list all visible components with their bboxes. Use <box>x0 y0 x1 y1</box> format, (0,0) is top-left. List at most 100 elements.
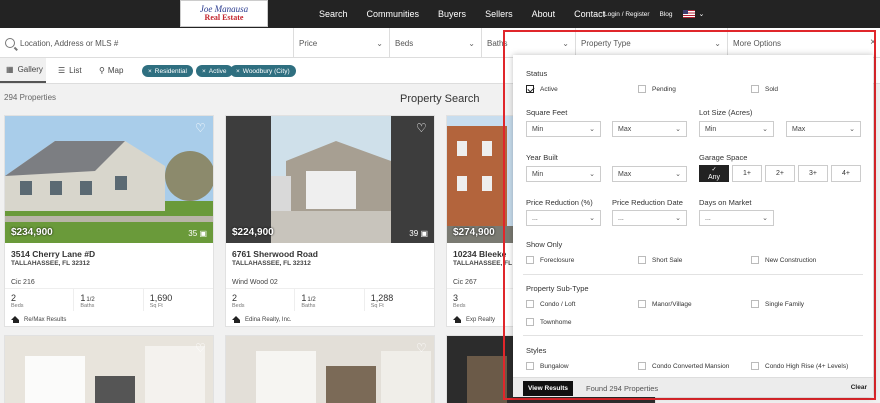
favorite-heart-icon[interactable]: ♡ <box>416 342 428 354</box>
search-icon <box>5 38 15 48</box>
sqft-max-value: Max <box>618 125 632 133</box>
checkbox-icon <box>751 300 759 308</box>
status-active-label: Active <box>540 85 558 93</box>
filter-chip-active[interactable]: × Active <box>196 65 233 77</box>
foreclosure-label: Foreclosure <box>540 256 575 264</box>
price-reduction-date-select[interactable]: ... ⌄ <box>612 210 687 226</box>
view-results-button[interactable]: View Results <box>523 381 573 396</box>
baths-label: Baths <box>80 303 95 309</box>
price-reduction-pct-select[interactable]: ... ⌄ <box>526 210 601 226</box>
tab-gallery[interactable]: ▦ Gallery <box>0 58 46 83</box>
checkbox-icon <box>751 362 759 370</box>
clear-button[interactable]: Clear <box>851 384 867 391</box>
price-filter[interactable]: Price ⌄ <box>294 28 390 58</box>
condo-high-rise-checkbox[interactable]: Condo High Rise (4+ Levels) <box>751 362 848 370</box>
short-sale-checkbox[interactable]: Short Sale <box>638 256 682 264</box>
days-on-market-select[interactable]: ... ⌄ <box>699 210 774 226</box>
listing-card[interactable]: ♡ $234,900 35 ▣ 3514 Cherry Lane #D TALL… <box>4 115 214 327</box>
beds-filter[interactable]: Beds ⌄ <box>390 28 482 58</box>
lot-min-select[interactable]: Min ⌄ <box>699 121 774 137</box>
check-icon: ✓ <box>711 166 717 173</box>
tab-map-label: Map <box>107 66 124 75</box>
sqft-max-select[interactable]: Max ⌄ <box>612 121 687 137</box>
divider <box>523 274 863 275</box>
listing-address[interactable]: 6761 Sherwood Road <box>232 249 318 259</box>
stat-baths: 11/2 Baths <box>74 289 144 311</box>
styles-title: Styles <box>526 346 547 355</box>
townhome-checkbox[interactable]: Townhome <box>526 318 571 326</box>
garage-1-button[interactable]: 1+ <box>732 165 762 182</box>
year-min-select[interactable]: Min ⌄ <box>526 166 601 182</box>
condo-converted-mansion-label: Condo Converted Mansion <box>652 362 730 370</box>
beds-value: 2 <box>11 293 17 303</box>
new-construction-checkbox[interactable]: New Construction <box>751 256 816 264</box>
status-pending-checkbox[interactable]: Pending <box>638 85 676 93</box>
nav-contact[interactable]: Contact <box>574 9 605 19</box>
garage-3-button[interactable]: 3+ <box>798 165 828 182</box>
listing-address[interactable]: 10234 Bleeke <box>453 249 506 259</box>
show-only-title: Show Only <box>526 240 563 249</box>
bungalow-label: Bungalow <box>540 362 569 370</box>
checkbox-icon <box>638 300 646 308</box>
nav-buyers[interactable]: Buyers <box>438 9 466 19</box>
nav-search[interactable]: Search <box>319 9 348 19</box>
filter-chip-woodbury[interactable]: × Woodbury (City) <box>230 65 296 77</box>
year-max-select[interactable]: Max ⌄ <box>612 166 687 182</box>
sqft-min-value: Min <box>532 125 544 133</box>
listing-address[interactable]: 3514 Cherry Lane #D <box>11 249 95 259</box>
status-sold-checkbox[interactable]: Sold <box>751 85 778 93</box>
status-title: Status <box>526 69 548 78</box>
foreclosure-checkbox[interactable]: Foreclosure <box>526 256 574 264</box>
condo-converted-mansion-checkbox[interactable]: Condo Converted Mansion <box>638 362 729 370</box>
tab-list-label: List <box>69 66 82 75</box>
status-active-checkbox[interactable]: Active <box>526 85 558 93</box>
listing-price: $234,900 <box>11 227 53 238</box>
lot-max-select[interactable]: Max ⌄ <box>786 121 861 137</box>
chevron-down-icon: ⌄ <box>762 126 768 133</box>
chevron-down-icon: ⌄ <box>762 215 768 222</box>
beds-value: 2 <box>232 293 238 303</box>
single-family-checkbox[interactable]: Single Family <box>751 300 804 308</box>
beds-filter-label: Beds <box>395 38 414 48</box>
main-nav: Search Communities Buyers Sellers About … <box>319 0 624 28</box>
nav-about[interactable]: About <box>532 9 556 19</box>
filter-chip-residential[interactable]: × Residential <box>142 65 193 77</box>
chevron-down-icon[interactable]: ⌄ <box>699 10 705 18</box>
search-input[interactable]: Location, Address or MLS # <box>0 28 294 58</box>
chevron-down-icon: ⌄ <box>849 126 855 133</box>
blog-link[interactable]: Blog <box>660 11 673 18</box>
garage-any-button[interactable]: ✓ Any <box>699 165 729 182</box>
price-reduction-date-title: Price Reduction Date <box>612 198 683 207</box>
stat-beds: 2 Beds <box>5 289 75 311</box>
garage-2-button[interactable]: 2+ <box>765 165 795 182</box>
listing-card[interactable]: ♡ $224,900 39 ▣ 6761 Sherwood Road TALLA… <box>225 115 435 327</box>
price-reduction-pct-title: Price Reduction (%) <box>526 198 593 207</box>
status-sold-label: Sold <box>765 85 779 93</box>
listing-photo[interactable]: ♡ $234,900 35 ▣ <box>5 116 213 243</box>
sqft-min-select[interactable]: Min ⌄ <box>526 121 601 137</box>
baths-label: Baths <box>301 303 316 309</box>
short-sale-label: Short Sale <box>652 256 683 264</box>
status-pending-label: Pending <box>652 85 676 93</box>
listing-photo[interactable]: ♡ $224,900 39 ▣ <box>226 116 434 243</box>
found-count: Found 294 Properties <box>586 384 659 393</box>
bungalow-checkbox[interactable]: Bungalow <box>526 362 569 370</box>
manor-village-checkbox[interactable]: Manor/Village <box>638 300 692 308</box>
us-flag-icon[interactable] <box>682 10 695 18</box>
year-max-value: Max <box>618 170 632 178</box>
garage-any-label: Any <box>707 173 721 181</box>
favorite-heart-icon[interactable]: ♡ <box>416 122 428 134</box>
favorite-heart-icon[interactable]: ♡ <box>195 342 207 354</box>
favorite-heart-icon[interactable]: ♡ <box>195 122 207 134</box>
listing-card[interactable]: ♡ <box>225 335 435 403</box>
listing-card[interactable]: ♡ <box>4 335 214 403</box>
nav-sellers[interactable]: Sellers <box>485 9 513 19</box>
nav-communities[interactable]: Communities <box>367 9 420 19</box>
condo-loft-checkbox[interactable]: Condo / Loft <box>526 300 575 308</box>
tab-list[interactable]: ☰ List <box>58 58 82 83</box>
chevron-down-icon: ⌄ <box>675 126 681 133</box>
garage-4-button[interactable]: 4+ <box>831 165 861 182</box>
site-logo[interactable]: Joe Manausa Real Estate <box>180 0 268 27</box>
login-register-link[interactable]: Login / Register <box>604 11 650 18</box>
tab-map[interactable]: ⚲ Map <box>99 58 123 83</box>
